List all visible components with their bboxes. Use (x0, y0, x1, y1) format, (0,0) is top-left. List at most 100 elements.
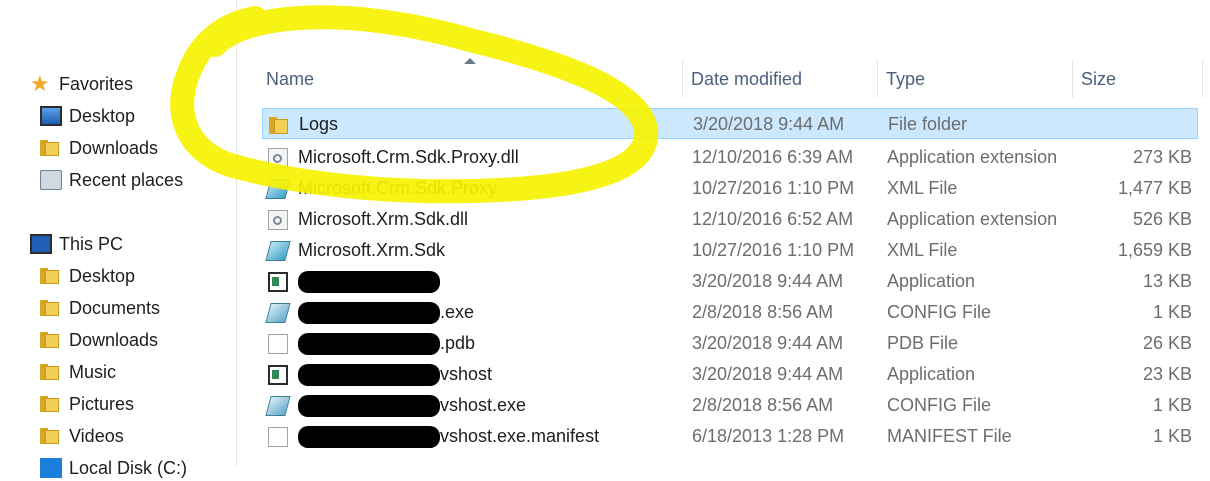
file-row[interactable]: 3/20/2018 9:44 AM Application 13 KB (262, 266, 1198, 297)
nav-item-label: Downloads (69, 329, 159, 350)
nav-item-pc-desktop[interactable]: Desktop (40, 263, 135, 289)
nav-item-label: Downloads (69, 137, 159, 158)
file-row[interactable]: .pdb 3/20/2018 9:44 AM PDB File 26 KB (262, 328, 1198, 359)
desktop-icon (40, 106, 62, 126)
file-row[interactable]: Microsoft.Crm.Sdk.Proxy 10/27/2016 1:10 … (262, 173, 1198, 204)
nav-item-label: Local Disk (C:) (69, 457, 188, 478)
music-folder-icon (40, 362, 62, 382)
file-row[interactable]: .exe 2/8/2018 8:56 AM CONFIG File 1 KB (262, 297, 1198, 328)
dll-file-icon (268, 209, 288, 230)
documents-folder-icon (40, 298, 62, 318)
file-size: 526 KB (1132, 209, 1192, 229)
file-name: Microsoft.Crm.Sdk.Proxy.dll (298, 147, 519, 167)
nav-item-videos[interactable]: Videos (40, 423, 124, 449)
redaction-mark (298, 270, 440, 293)
redaction-mark (298, 363, 440, 386)
file-type: Application (887, 271, 976, 291)
navigation-pane: ★ Favorites Desktop Downloads Recent pla… (0, 0, 237, 478)
config-file-icon (265, 302, 291, 323)
videos-folder-icon (40, 426, 62, 446)
file-name: vshost.exe (440, 395, 527, 415)
file-date: 10/27/2016 1:10 PM (692, 178, 855, 198)
nav-favorites-label: Favorites (59, 73, 134, 94)
nav-item-label: Recent places (69, 169, 184, 190)
nav-item-pc-downloads[interactable]: Downloads (40, 327, 158, 353)
column-header-label: Name (266, 68, 315, 89)
nav-item-music[interactable]: Music (40, 359, 116, 385)
file-name: Microsoft.Xrm.Sdk.dll (298, 209, 469, 229)
nav-item-label: Desktop (69, 265, 136, 286)
file-size: 273 KB (1132, 147, 1192, 167)
file-row[interactable]: vshost.exe 2/8/2018 8:56 AM CONFIG File … (262, 390, 1198, 421)
file-row[interactable]: vshost.exe.manifest 6/18/2013 1:28 PM MA… (262, 421, 1198, 452)
file-date: 2/8/2018 8:56 AM (692, 302, 834, 322)
pictures-folder-icon (40, 394, 62, 414)
file-type: Application extension (887, 209, 1058, 229)
file-row[interactable]: vshost 3/20/2018 9:44 AM Application 23 … (262, 359, 1198, 390)
file-type: CONFIG File (887, 302, 992, 322)
config-file-icon (265, 395, 291, 416)
file-type: XML File (887, 178, 958, 198)
file-type: MANIFEST File (887, 426, 1012, 446)
folder-icon (269, 115, 289, 135)
redaction-mark (298, 425, 440, 448)
column-header-size[interactable]: Size (1073, 60, 1203, 98)
redaction-mark (298, 394, 440, 417)
application-icon (268, 271, 288, 292)
nav-this-pc[interactable]: This PC (30, 231, 123, 257)
column-header-label: Type (886, 68, 926, 89)
file-name: vshost (440, 364, 493, 384)
xml-file-icon (265, 178, 291, 199)
file-type: PDB File (887, 333, 959, 353)
column-header-label: Size (1081, 68, 1117, 89)
windows-drive-icon (40, 458, 62, 478)
file-row[interactable]: Microsoft.Crm.Sdk.Proxy.dll 12/10/2016 6… (262, 142, 1198, 173)
manifest-file-icon (268, 426, 288, 447)
nav-item-downloads[interactable]: Downloads (40, 135, 158, 161)
column-header-date[interactable]: Date modified (683, 60, 878, 98)
file-size: 1 KB (1152, 302, 1192, 322)
recent-places-icon (40, 170, 62, 190)
column-header-name[interactable]: Name (258, 60, 683, 98)
file-size: 13 KB (1142, 271, 1192, 291)
nav-favorites[interactable]: ★ Favorites (30, 71, 133, 97)
file-type: Application extension (887, 147, 1058, 167)
nav-item-documents[interactable]: Documents (40, 295, 160, 321)
nav-item-desktop[interactable]: Desktop (40, 103, 135, 129)
downloads-folder-icon (40, 138, 62, 158)
file-date: 3/20/2018 9:44 AM (692, 333, 844, 353)
file-row[interactable]: Microsoft.Xrm.Sdk 10/27/2016 1:10 PM XML… (262, 235, 1198, 266)
file-type: XML File (887, 240, 958, 260)
nav-item-label: Videos (69, 425, 124, 446)
nav-item-label: Desktop (69, 105, 136, 126)
file-row[interactable]: Logs 3/20/2018 9:44 AM File folder (262, 108, 1198, 139)
file-name: vshost.exe.manifest (440, 426, 600, 446)
file-date: 6/18/2013 1:28 PM (692, 426, 845, 446)
nav-item-recent-places[interactable]: Recent places (40, 167, 183, 193)
file-size: 1 KB (1152, 426, 1192, 446)
star-icon: ★ (30, 71, 50, 96)
file-type: Application (887, 364, 976, 384)
redaction-mark (298, 301, 440, 324)
pdb-file-icon (268, 333, 288, 354)
desktop-folder-icon (40, 266, 62, 286)
file-date: 3/20/2018 9:44 AM (692, 364, 844, 384)
redaction-mark (298, 332, 440, 355)
file-size: 1,477 KB (1117, 178, 1192, 198)
file-name: Microsoft.Crm.Sdk.Proxy (298, 178, 498, 198)
file-row[interactable]: Microsoft.Xrm.Sdk.dll 12/10/2016 6:52 AM… (262, 204, 1198, 235)
nav-item-pictures[interactable]: Pictures (40, 391, 134, 417)
file-size: 26 KB (1142, 333, 1192, 353)
nav-item-local-disk[interactable]: Local Disk (C:) (40, 455, 187, 481)
xml-file-icon (265, 240, 291, 261)
computer-icon (30, 234, 52, 254)
column-header-type[interactable]: Type (878, 60, 1073, 98)
file-size: 23 KB (1142, 364, 1192, 384)
file-size: 1,659 KB (1117, 240, 1192, 260)
file-date: 3/20/2018 9:44 AM (693, 114, 845, 134)
file-name: .pdb (440, 333, 476, 353)
dll-file-icon (268, 147, 288, 168)
file-type: CONFIG File (887, 395, 992, 415)
file-date: 12/10/2016 6:52 AM (692, 209, 854, 229)
nav-item-label: Documents (69, 297, 161, 318)
